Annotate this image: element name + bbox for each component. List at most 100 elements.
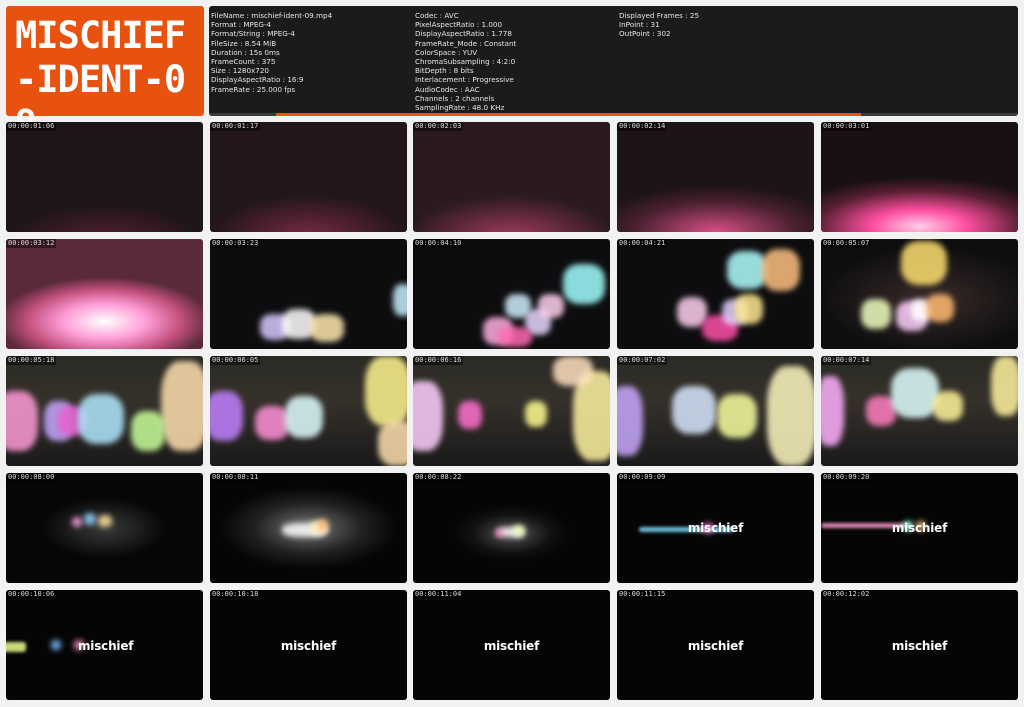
metadata-line: Format/String : MPEG-4 [211,29,296,39]
video-frame-thumbnail[interactable]: 00:00:03:01 [821,122,1018,232]
bokeh-light [821,376,844,446]
bokeh-light [51,640,61,650]
timeline-selection [276,113,861,116]
video-frame-thumbnail[interactable]: 00:00:04:10 [413,239,610,349]
frame-timecode: 00:00:11:15 [617,590,668,599]
bokeh-light [72,517,82,527]
video-frame-thumbnail[interactable]: 00:00:11:15 mischief [617,590,814,700]
video-frame-thumbnail[interactable]: 00:00:01:17 [210,122,407,232]
metadata-line: Displayed Frames : 25 [619,11,700,20]
video-frame-thumbnail[interactable]: 00:00:05:07 [821,239,1018,349]
metadata-line: Duration : 15s 0ms [211,47,280,57]
bokeh-light [553,356,593,386]
frame-timecode: 00:00:09:09 [617,473,668,482]
bokeh-light [6,642,26,652]
bokeh-light [901,241,947,285]
metadata-line: OutPoint : 302 [619,29,671,39]
frame-timecode: 00:00:03:01 [821,122,872,131]
video-frame-thumbnail[interactable]: 00:00:07:14 [821,356,1018,466]
bokeh-light [991,356,1018,416]
bokeh-light [378,421,407,466]
metadata-panel: FileName : mischief-ident-09.mp4 Format :… [209,6,1018,116]
metadata-line: Interlacement : Progressive [415,75,514,85]
video-frame-thumbnail[interactable]: 00:00:08:22 [413,473,610,583]
video-frame-thumbnail[interactable]: 00:00:06:05 [210,356,407,466]
bokeh-light [762,249,800,291]
frame-timecode: 00:00:06:16 [413,356,464,365]
timeline-bar [209,113,1018,116]
bokeh-light [538,294,564,318]
bokeh-light [210,391,243,441]
frame-timecode: 00:00:12:02 [821,590,872,599]
metadata-line: PixelAspectRatio : 1.000 [415,20,503,30]
video-frame-thumbnail[interactable]: 00:00:03:23 [210,239,407,349]
frame-timecode: 00:00:08:00 [6,473,57,482]
metadata-line: FrameCount : 375 [211,57,276,67]
metadata-column-video: Codec : AVC PixelAspectRatio : 1.000 Displ… [415,11,516,112]
video-frame-thumbnail[interactable]: 00:00:06:16 [413,356,610,466]
video-frame-thumbnail[interactable]: 00:00:02:14 [617,122,814,232]
mischief-logo-text: mischief [891,639,948,653]
video-frame-thumbnail[interactable]: 00:00:07:02 [617,356,814,466]
video-frame-thumbnail[interactable]: 00:00:01:06 [6,122,203,232]
video-frame-thumbnail[interactable]: 00:00:09:20 mischief [821,473,1018,583]
bokeh-light [513,525,525,537]
bokeh-light [285,396,323,438]
video-frame-thumbnail[interactable]: 00:00:02:03 [413,122,610,232]
bokeh-light [458,401,482,429]
mischief-logo-text: mischief [78,639,134,653]
metadata-line: ColorSpace : YUV [415,47,478,57]
bokeh-light [926,294,954,322]
video-frame-thumbnail[interactable]: 00:00:12:02 mischief [821,590,1018,700]
frame-timecode: 00:00:08:11 [210,473,261,482]
video-frame-thumbnail[interactable]: 00:00:04:21 [617,239,814,349]
mischief-logo-text: mischief [687,521,744,535]
metadata-line: Format : MPEG-4 [211,20,272,30]
frame-timecode: 00:00:02:14 [617,122,668,131]
frame-timecode: 00:00:10:06 [6,590,57,599]
metadata-line: ChromaSubsampling : 4:2:0 [415,57,516,67]
frame-timecode: 00:00:05:18 [6,356,57,365]
video-frame-thumbnail[interactable]: 00:00:08:11 [210,473,407,583]
video-frame-thumbnail[interactable]: 00:00:10:06 mischief [6,590,203,700]
frame-timecode: 00:00:02:03 [413,122,464,131]
bokeh-light [727,251,767,289]
video-frame-thumbnail[interactable]: 00:00:09:09 mischief [617,473,814,583]
mischief-logo-text: mischief [483,639,540,653]
metadata-line: FrameRate_Mode : Constant [415,38,517,48]
frame-timecode: 00:00:06:05 [210,356,261,365]
bokeh-light [735,294,763,324]
metadata-column-range: Displayed Frames : 25 InPoint : 31 OutPoin… [619,11,699,39]
metadata-line: DisplayAspectRatio : 16:9 [211,75,304,85]
video-frame-thumbnail[interactable]: 00:00:03:12 [6,239,203,349]
metadata-column-file: FileName : mischief-ident-09.mp4 Format :… [211,11,332,94]
bokeh-light [6,391,38,451]
frame-timecode: 00:00:10:18 [210,590,261,599]
metadata-line: SamplingRate : 48.0 KHz [415,103,505,113]
bokeh-light [495,529,503,537]
metadata-line: AudioCodec : AAC [415,84,480,94]
bokeh-light [318,519,328,531]
metadata-line: InPoint : 31 [619,20,660,30]
frame-timecode: 00:00:04:10 [413,239,464,248]
frame-timecode: 00:00:07:14 [821,356,872,365]
video-frame-thumbnail[interactable]: 00:00:11:04 mischief [413,590,610,700]
bokeh-light [78,394,124,444]
bokeh-light [861,299,891,329]
metadata-line: FileSize : 8.54 MiB [211,38,277,48]
metadata-line: BitDepth : 8 bits [415,66,474,76]
frame-timecode: 00:00:05:07 [821,239,872,248]
bokeh-light [617,386,643,456]
bokeh-light [365,356,407,426]
video-frame-thumbnail[interactable]: 00:00:08:00 [6,473,203,583]
metadata-line: FileName : mischief-ident-09.mp4 [211,11,333,20]
bokeh-light [767,366,814,466]
metadata-line: DisplayAspectRatio : 1.778 [415,29,512,39]
bokeh-light [98,515,112,527]
bokeh-light [161,361,203,451]
bokeh-light [413,381,443,451]
video-frame-thumbnail[interactable]: 00:00:05:18 [6,356,203,466]
mischief-logo-text: mischief [280,639,337,653]
bokeh-light [84,513,96,525]
video-frame-thumbnail[interactable]: 00:00:10:18 mischief [210,590,407,700]
